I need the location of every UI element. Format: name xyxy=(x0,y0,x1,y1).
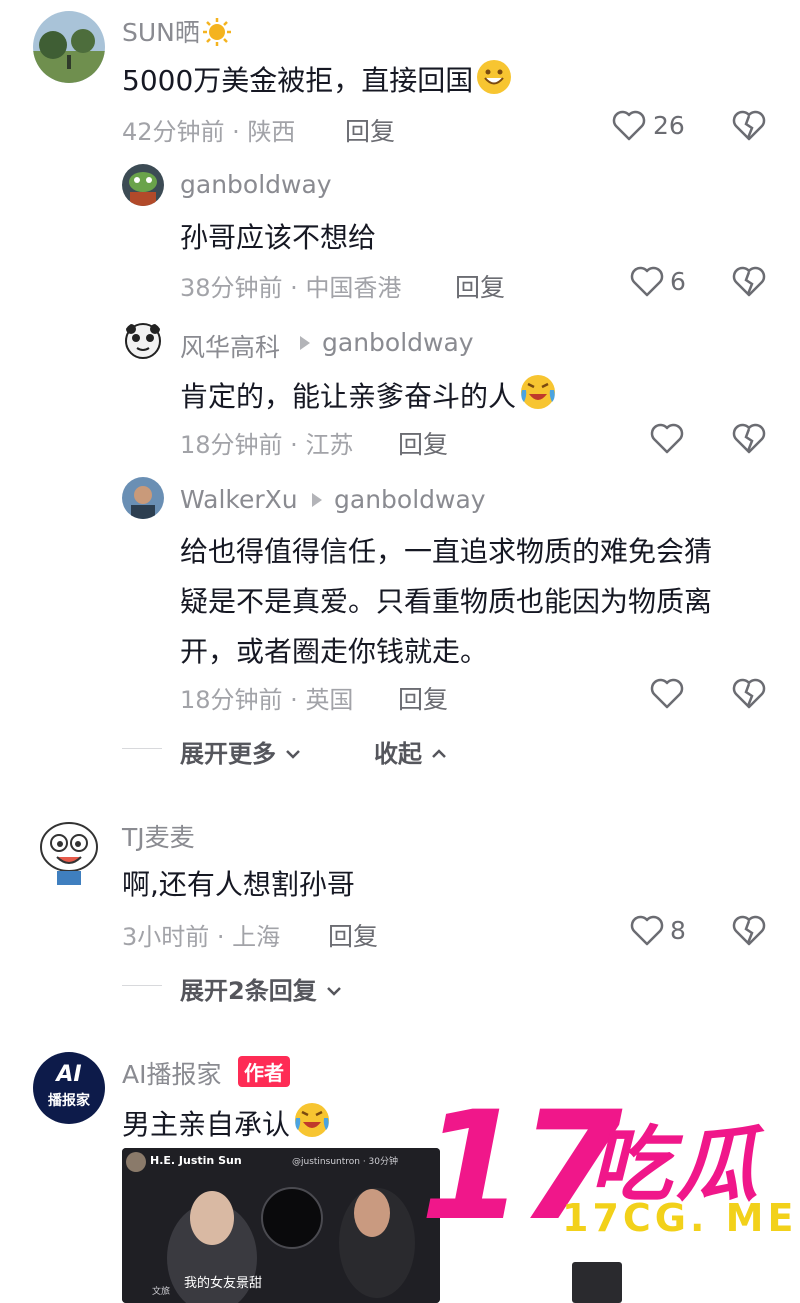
reply-avatar[interactable] xyxy=(122,164,164,206)
avatar-image xyxy=(33,815,105,887)
collapse-button[interactable]: 收起 xyxy=(374,734,448,769)
reply-button[interactable]: 回复 xyxy=(398,425,448,461)
like-heart-icon[interactable] xyxy=(612,110,646,142)
avatar-logo-subtext: 播报家 xyxy=(48,1093,90,1109)
preview-thumbnail[interactable] xyxy=(572,1262,622,1303)
crying-laughing-emoji-icon xyxy=(521,375,556,409)
expand-more-button[interactable]: 展开更多 xyxy=(180,734,302,769)
like-count: 6 xyxy=(670,267,686,296)
reply-avatar[interactable] xyxy=(122,477,164,519)
avatar-image xyxy=(33,11,105,83)
comment-username[interactable]: TJ麦麦 xyxy=(122,818,195,854)
expand-divider xyxy=(122,985,162,986)
like-heart-icon[interactable] xyxy=(650,678,684,710)
watermark-domain: 17CG. ME xyxy=(562,1196,798,1240)
avatar[interactable] xyxy=(33,815,105,887)
reply-meta: 38分钟前 · 中国香港 xyxy=(180,274,402,302)
comment-text: 5000万美金被拒，直接回国 xyxy=(122,58,513,99)
like-heart-icon[interactable] xyxy=(630,266,664,298)
dislike-broken-heart-icon[interactable] xyxy=(732,423,766,455)
like-heart-icon[interactable] xyxy=(650,423,684,455)
comment-meta: 3小时前 · 上海 xyxy=(122,923,281,951)
reply-to-arrow-icon xyxy=(300,336,310,350)
crying-laughing-emoji-icon xyxy=(295,1103,330,1137)
author-badge: 作者 xyxy=(238,1056,290,1087)
reply-meta: 18分钟前 · 英国 xyxy=(180,686,354,714)
reply-button[interactable]: 回复 xyxy=(328,917,378,953)
chevron-up-icon xyxy=(432,749,447,758)
reply-to-username[interactable]: ganboldway xyxy=(334,485,486,514)
preview-handle: @justinsuntron · 30分钟 xyxy=(292,1157,399,1167)
reply-to-arrow-icon xyxy=(312,493,322,507)
reply-username[interactable]: ganboldway xyxy=(180,170,332,199)
dislike-broken-heart-icon[interactable] xyxy=(732,110,766,142)
preview-image xyxy=(122,1148,440,1303)
expand-replies-button[interactable]: 展开2条回复 xyxy=(180,971,343,1006)
like-count: 26 xyxy=(653,111,685,140)
reply-button[interactable]: 回复 xyxy=(455,268,505,304)
comment-meta: 42分钟前 · 陕西 xyxy=(122,118,296,146)
avatar-logo-text: AI xyxy=(56,1062,82,1087)
comment-image-preview[interactable]: H.E. Justin Sun @justinsuntron · 30分钟 我的… xyxy=(122,1148,440,1303)
comment-username[interactable]: AI播报家 xyxy=(122,1055,221,1091)
avatar-image xyxy=(122,320,164,362)
reply-text: 肯定的，能让亲爹奋斗的人 xyxy=(180,372,558,415)
like-heart-icon[interactable] xyxy=(630,915,664,947)
reply-text-line: 给也得值得信任，一直追求物质的难免会猜 xyxy=(180,535,713,568)
avatar-image xyxy=(122,164,164,206)
chevron-down-icon xyxy=(286,750,301,759)
reply-avatar[interactable] xyxy=(122,320,164,362)
avatar[interactable]: AI 播报家 xyxy=(33,1052,105,1124)
reply-text-line: 疑是不是真爱。只看重物质也能因为物质离 xyxy=(180,585,713,618)
reply-button[interactable]: 回复 xyxy=(398,680,448,716)
reply-username[interactable]: 风华高科 xyxy=(180,328,280,364)
reply-meta: 18分钟前 · 江苏 xyxy=(180,431,354,459)
sun-icon xyxy=(202,18,231,46)
preview-caption: 我的女友景甜 xyxy=(184,1276,263,1291)
dislike-broken-heart-icon[interactable] xyxy=(732,915,766,947)
chevron-down-icon xyxy=(327,987,341,996)
grin-emoji-icon xyxy=(477,60,512,94)
preview-tag: 文旅 xyxy=(152,1287,171,1297)
reply-text: 孙哥应该不想给 xyxy=(180,221,377,254)
comment-text: 男主亲自承认 xyxy=(122,1100,332,1143)
reply-to-username[interactable]: ganboldway xyxy=(322,328,474,357)
expand-divider xyxy=(122,748,162,749)
reply-button[interactable]: 回复 xyxy=(345,112,395,148)
reply-text-line: 开，或者圈走你钱就走。 xyxy=(180,635,489,668)
dislike-broken-heart-icon[interactable] xyxy=(732,266,766,298)
dislike-broken-heart-icon[interactable] xyxy=(732,678,766,710)
reply-username[interactable]: WalkerXu xyxy=(180,485,298,514)
avatar[interactable] xyxy=(33,11,105,83)
like-count: 8 xyxy=(670,916,686,945)
comment-text: 啊,还有人想割孙哥 xyxy=(122,868,355,901)
avatar-image xyxy=(122,477,164,519)
preview-author-name: H.E. Justin Sun xyxy=(150,1154,242,1167)
comment-username[interactable]: SUN晒 xyxy=(122,13,232,49)
